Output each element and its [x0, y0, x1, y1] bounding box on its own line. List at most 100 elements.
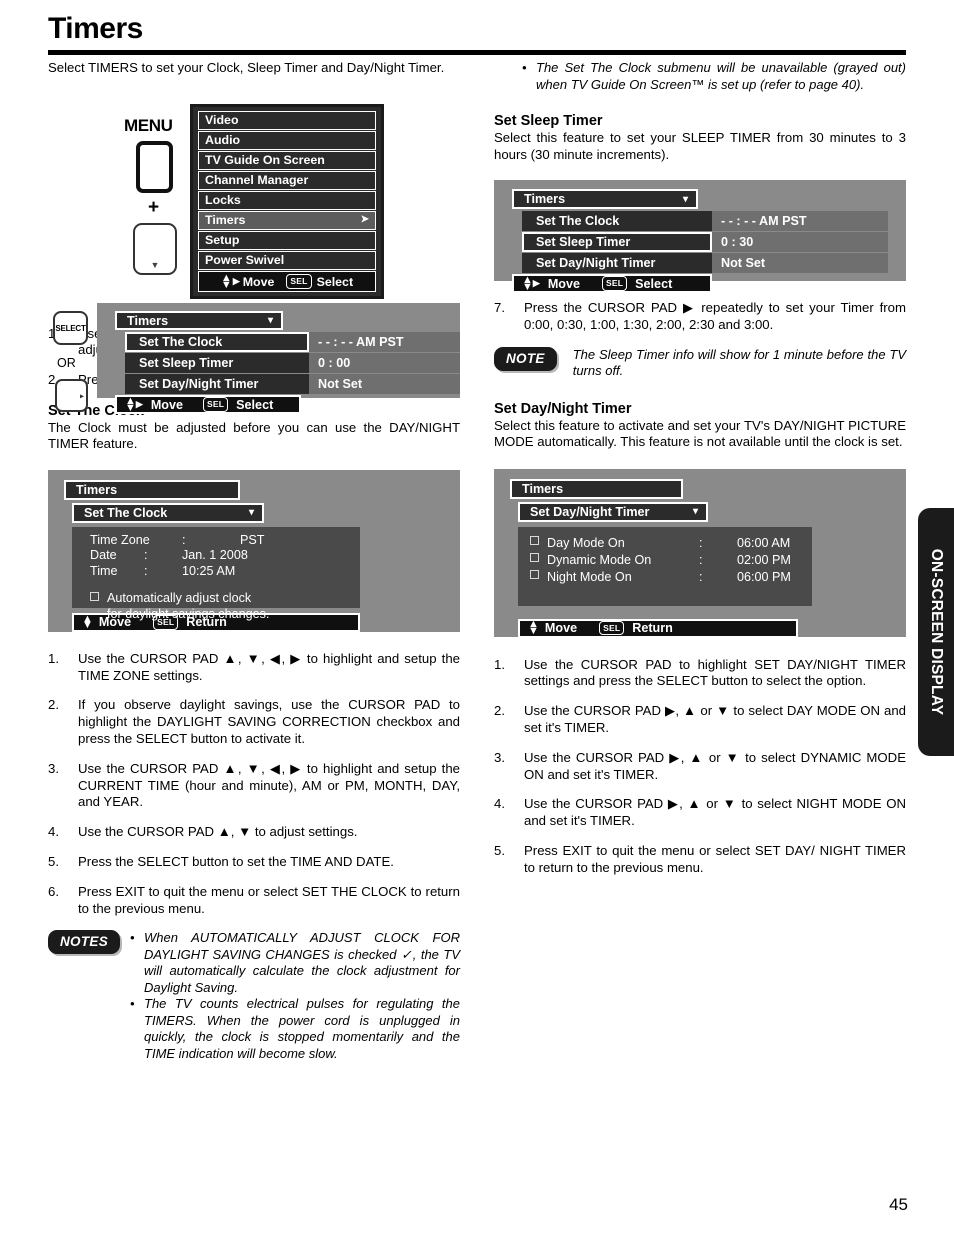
list-number: 2. [494, 703, 505, 719]
osd-field-value: 06:00 AM [737, 535, 791, 550]
menu-item-label: Power Swivel [205, 252, 285, 267]
note-text: When AUTOMATICALLY ADJUST CLOCK FOR DAYL… [144, 930, 460, 995]
note-text: The Set The Clock submenu will be unavai… [536, 60, 906, 92]
osd-row-label-set-sleep-timer: Set Sleep Timer [522, 232, 712, 252]
menu-item-power-swivel[interactable]: Power Swivel [198, 251, 376, 270]
list-item: 7. Press the CURSOR PAD ▶ repeatedly to … [494, 300, 906, 334]
osd-header-label: Timers [522, 481, 564, 496]
menu-item-label: Audio [205, 132, 241, 147]
osd-header-timers[interactable]: Timers ▾ [512, 189, 698, 209]
list-number: 1. [48, 650, 59, 666]
table-row[interactable]: Set Day/Night Timer Not Set [494, 253, 906, 273]
table-row[interactable]: Set The Clock - - : - - AM PST [494, 211, 906, 231]
select-button-label: SELECT [55, 323, 86, 333]
osd-field-value: Jan. 1 2008 [182, 548, 248, 563]
osd-row-value: 0 : 00 [309, 353, 460, 373]
checkbox-icon[interactable] [530, 552, 539, 562]
osd-field-value: PST [240, 532, 265, 547]
list-item: 6. Press EXIT to quit the menu or select… [48, 884, 460, 918]
osd-field-row[interactable]: Day Mode On : 06:00 AM [530, 535, 812, 552]
menu-item-setup[interactable]: Setup [198, 231, 376, 250]
menu-item-tv-guide-on-screen[interactable]: TV Guide On Screen [198, 151, 376, 170]
up-down-arrows-icon: ▲ ▼ [522, 273, 533, 293]
osd-footer-move: Move [547, 276, 581, 291]
osd-field-row[interactable]: Date : Jan. 1 2008 [90, 548, 360, 564]
list-text: Press EXIT to quit the menu or select SE… [78, 883, 460, 916]
note-text: The Sleep Timer info will show for 1 min… [572, 346, 906, 379]
plus-symbol: + [148, 197, 160, 218]
osd-header-timers[interactable]: Timers ▾ [115, 311, 283, 330]
list-text: Use the CURSOR PAD ▶, ▲ or ▼ to select D… [524, 749, 906, 782]
osd-row-value: Not Set [712, 253, 888, 273]
osd-row-label: Set The Clock [536, 214, 620, 228]
osd-header-label: Timers [524, 192, 566, 206]
osd-field-row[interactable]: Time : 10:25 AM [90, 564, 360, 580]
osd-field-sep: : [144, 563, 148, 578]
osd-submenu-set-day-night-timer[interactable]: Set Day/Night Timer ▾ [518, 501, 708, 522]
table-row[interactable]: Set Day/Night Timer Not Set [97, 374, 460, 394]
list-item: 5. Press EXIT to quit the menu or select… [494, 843, 906, 877]
osd-field-row[interactable]: Dynamic Mode On : 02:00 PM [530, 552, 812, 569]
list-number: 3. [494, 749, 505, 765]
menu-item-timers[interactable]: Timers ➤ [198, 211, 376, 230]
cursor-right-button[interactable]: ▸ [55, 379, 88, 412]
table-row[interactable]: Set The Clock - - : - - AM PST [97, 332, 460, 352]
chevron-down-icon: ▾ [267, 315, 273, 326]
osd-row-value-text: - - : - - AM PST [318, 335, 404, 349]
list-text: Press the CURSOR PAD ▶ repeatedly to set… [524, 300, 906, 332]
osd-row-value: Not Set [309, 374, 460, 394]
list-text: Use the CURSOR PAD ▲, ▼ to adjust settin… [78, 824, 358, 840]
checkbox-icon[interactable] [530, 535, 539, 545]
table-row[interactable]: Set Sleep Timer 0 : 30 [494, 232, 906, 252]
sleep-timer-intro: Select this feature to set your SLEEP TI… [494, 130, 906, 162]
menu-item-channel-manager[interactable]: Channel Manager [198, 171, 376, 190]
list-item: • When AUTOMATICALLY ADJUST CLOCK FOR DA… [130, 930, 460, 996]
osd-timers-menu-left: Timers ▾ Set The Clock - - : - - AM PST … [97, 303, 460, 414]
osd-field-sep: : [699, 569, 703, 584]
list-item: 3. Use the CURSOR PAD ▲, ▼, ◀, ▶ to high… [48, 761, 460, 811]
osd-footer: ▲ ▼ ▶ Move SEL Select [198, 271, 376, 292]
sel-key-icon: SEL [286, 274, 312, 289]
osd-row-label-set-sleep-timer: Set Sleep Timer [125, 353, 309, 373]
select-button[interactable]: SELECT [53, 311, 88, 345]
heading-set-sleep-timer: Set Sleep Timer [494, 113, 603, 129]
table-row[interactable]: Set Sleep Timer 0 : 00 [97, 353, 460, 373]
page-title: Timers [48, 12, 143, 45]
osd-footer: ▲ ▼ ▶ Move SEL Select [115, 395, 301, 414]
checkbox-icon[interactable] [90, 592, 99, 602]
osd-row-label: Set Day/Night Timer [536, 256, 656, 270]
menu-item-video[interactable]: Video [198, 111, 376, 130]
chevron-down-icon: ▾ [692, 506, 698, 518]
osd-footer-action: Select [236, 397, 274, 412]
osd-row-value-text: 0 : 00 [318, 356, 351, 370]
menu-item-label: Setup [205, 232, 240, 247]
list-item: 4. Use the CURSOR PAD ▲, ▼ to adjust set… [48, 824, 460, 841]
osd-field-value: 10:25 AM [182, 563, 236, 578]
menu-item-locks[interactable]: Locks [198, 191, 376, 210]
osd-footer-move: Move [544, 621, 578, 636]
up-down-arrows-icon: ▲ ▼ [125, 394, 136, 414]
checkbox-icon[interactable] [530, 569, 539, 579]
menu-item-label: Locks [205, 192, 241, 207]
chevron-right-icon: ➤ [360, 214, 369, 226]
osd-submenu-set-the-clock[interactable]: Set The Clock ▾ [72, 502, 264, 523]
set-clock-intro: The Clock must be adjusted before you ca… [48, 419, 460, 452]
menu-item-audio[interactable]: Audio [198, 131, 376, 150]
osd-field-row[interactable]: Night Mode On : 06:00 PM [530, 569, 812, 586]
list-item: • The TV counts electrical pulses for re… [130, 996, 460, 1062]
notes-block: NOTES • When AUTOMATICALLY ADJUST CLOCK … [48, 930, 460, 1062]
osd-day-night-timer: Timers Set Day/Night Timer ▾ Day Mode On… [494, 468, 906, 638]
osd-header-timers[interactable]: Timers [510, 478, 683, 499]
osd-field-row[interactable]: Time Zone : PST [90, 533, 360, 549]
list-number: 7. [494, 300, 505, 315]
osd-header-timers[interactable]: Timers [64, 479, 240, 500]
osd-row-label: Set Sleep Timer [536, 235, 631, 249]
osd-submenu-label: Set The Clock [84, 505, 168, 520]
list-text: Use the CURSOR PAD ▶, ▲ or ▼ to select D… [524, 703, 906, 735]
osd-footer-action: Select [635, 276, 673, 291]
list-item: 1. Use the CURSOR PAD ▲, ▼, ◀, ▶ to high… [48, 651, 460, 685]
list-item: 1. Use the CURSOR PAD to highlight SET D… [494, 657, 906, 691]
cursor-down-button[interactable]: ▼ [133, 223, 177, 275]
menu-button[interactable] [136, 141, 173, 193]
osd-field-sep: : [699, 552, 703, 567]
